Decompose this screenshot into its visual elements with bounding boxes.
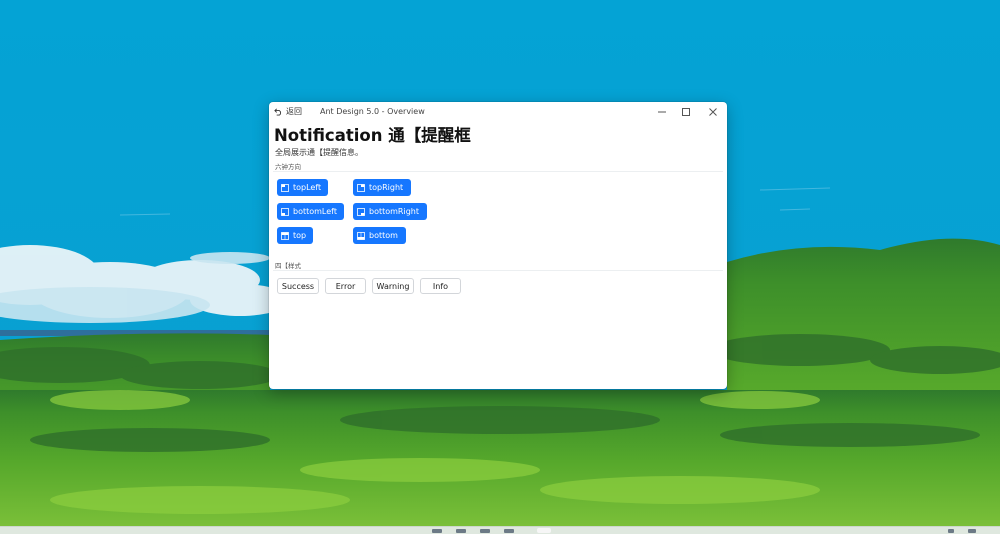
top-button[interactable]: top [277, 227, 313, 244]
bottom-left-button[interactable]: bottomLeft [277, 203, 344, 220]
taskbar-app-icon[interactable] [504, 529, 514, 533]
placement-bottom-right-icon [357, 207, 365, 216]
placement-top-right-icon [357, 183, 365, 192]
type-section-label: 四【样式 [275, 262, 301, 270]
info-button[interactable]: Info [420, 278, 461, 294]
app-window: 返回 Ant Design 5.0 - Overview Notificatio… [269, 102, 727, 389]
button-label: bottomLeft [293, 207, 337, 216]
placement-bottom-left-icon [281, 207, 289, 216]
title-bar: 返回 Ant Design 5.0 - Overview [269, 102, 727, 121]
bottom-button[interactable]: bottom [353, 227, 406, 244]
button-label: Error [335, 281, 356, 291]
taskbar-app-icon[interactable] [432, 529, 442, 533]
taskbar-app-icon[interactable] [480, 529, 490, 533]
close-icon [709, 107, 717, 116]
taskbar-active-app-icon[interactable] [537, 528, 551, 533]
maximize-button[interactable] [672, 102, 700, 121]
back-label: 返回 [286, 107, 302, 116]
top-right-button[interactable]: topRight [353, 179, 411, 196]
button-label: bottomRight [369, 207, 419, 216]
placement-bottom-icon [357, 231, 365, 240]
maximize-icon [682, 107, 690, 116]
button-label: bottom [369, 231, 398, 240]
button-label: Success [281, 281, 315, 291]
button-label: Info [432, 281, 449, 291]
error-button[interactable]: Error [325, 278, 366, 294]
button-label: topRight [369, 183, 404, 192]
placement-section-label: 六钟方向 [275, 163, 301, 171]
tray-icon[interactable] [948, 529, 954, 533]
page-title: Notification 通【提醒框 [274, 126, 471, 145]
taskbar-app-icon[interactable] [456, 529, 466, 533]
button-label: Warning [376, 281, 410, 291]
minimize-icon [658, 111, 666, 112]
success-button[interactable]: Success [277, 278, 319, 294]
page-description: 全局展示通【提醒信息。 [275, 148, 363, 157]
section-divider [273, 270, 723, 271]
bottom-right-button[interactable]: bottomRight [353, 203, 427, 220]
back-button[interactable]: 返回 [274, 104, 302, 119]
button-label: top [293, 231, 307, 240]
placement-top-icon [281, 231, 289, 240]
window-title: Ant Design 5.0 - Overview [320, 107, 425, 116]
close-button[interactable] [699, 102, 727, 121]
tray-icon[interactable] [968, 529, 976, 533]
button-label: topLeft [293, 183, 322, 192]
warning-button[interactable]: Warning [372, 278, 414, 294]
top-left-button[interactable]: topLeft [277, 179, 328, 196]
back-arrow-icon [274, 108, 282, 116]
section-divider [273, 171, 723, 172]
placement-top-left-icon [281, 183, 289, 192]
